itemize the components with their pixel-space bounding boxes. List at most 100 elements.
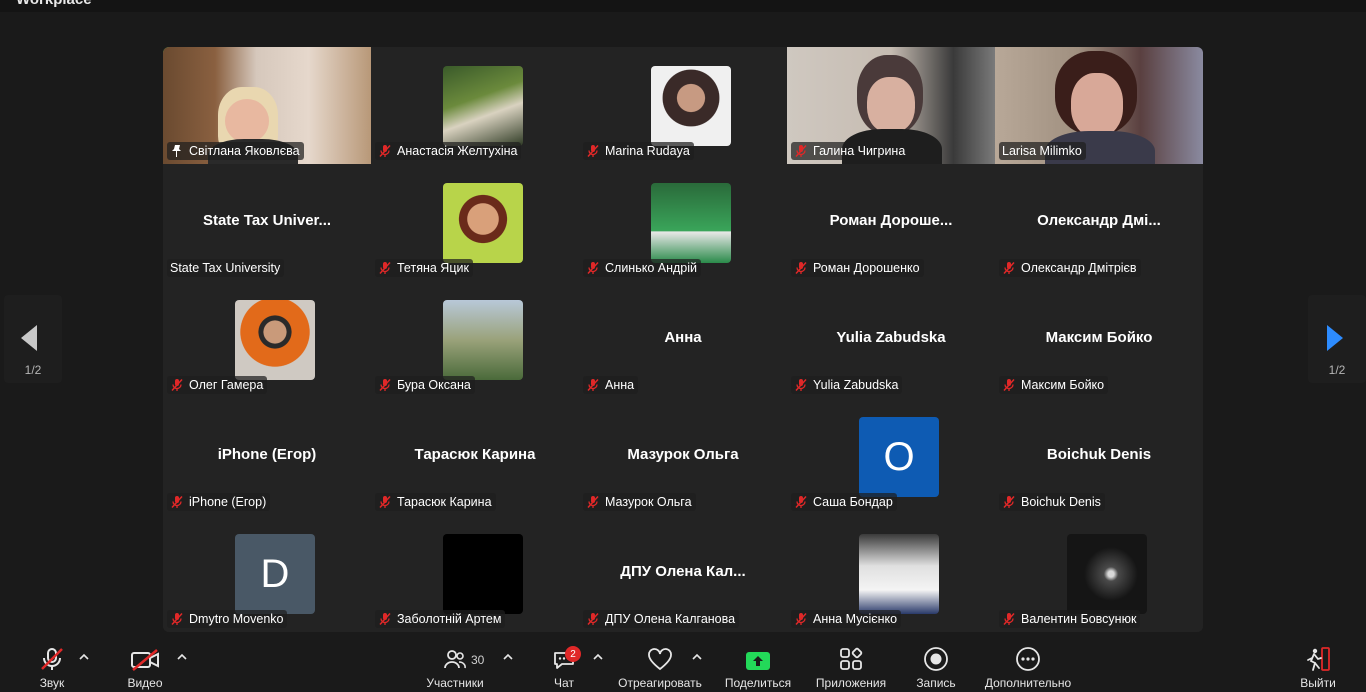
participant-tile[interactable]: Тарасюк Карина Тарасюк Карина <box>371 398 579 515</box>
participant-tile[interactable]: Larisa Milimko <box>995 47 1203 164</box>
participant-tile[interactable]: Анна Анна <box>579 281 787 398</box>
participant-tile[interactable]: Boichuk Denis Boichuk Denis <box>995 398 1203 515</box>
audio-options-caret-icon[interactable] <box>79 652 89 662</box>
participant-name-label: Анастасія Желтухіна <box>375 142 522 160</box>
muted-mic-icon <box>794 144 808 158</box>
muted-mic-icon <box>586 612 600 626</box>
participant-name-label: ДПУ Олена Калганова <box>583 610 740 628</box>
participants-options-caret-icon[interactable] <box>503 652 513 662</box>
participant-name: Boichuk Denis <box>1021 495 1101 509</box>
record-label: Запись <box>916 676 956 690</box>
participant-tile[interactable]: ДПУ Олена Кал... ДПУ Олена Калганова <box>579 515 787 632</box>
participant-tile[interactable]: State Tax Univer... State Tax University <box>163 164 371 281</box>
participants-button[interactable]: 30 Участники <box>425 638 485 692</box>
participant-display-name: Максим Бойко <box>1045 329 1153 346</box>
muted-mic-icon <box>586 261 600 275</box>
muted-mic-icon <box>586 378 600 392</box>
apps-icon <box>840 647 863 670</box>
participant-name: Максим Бойко <box>1021 378 1105 392</box>
participant-name-label: Анна <box>583 376 639 394</box>
participant-name: Анна <box>605 378 635 392</box>
muted-mic-icon <box>794 495 808 509</box>
participant-avatar <box>443 300 523 380</box>
react-button[interactable]: Отреагировать <box>616 638 704 692</box>
participant-tile[interactable]: Мазурок Ольга Мазурок Ольга <box>579 398 787 515</box>
participant-name-label: Larisa Milimko <box>999 142 1086 160</box>
leave-button[interactable]: Выйти <box>1298 638 1338 692</box>
participant-tile[interactable]: Олександр Дмі... Олександр Дмітрієв <box>995 164 1203 281</box>
participant-name-label: Максим Бойко <box>999 376 1109 394</box>
participant-tile[interactable]: Максим Бойко Максим Бойко <box>995 281 1203 398</box>
participant-display-name: State Tax Univer... <box>202 212 332 229</box>
participant-name-label: State Tax University <box>167 259 285 277</box>
gallery-stage: 1/2 1/2 Світлана Яковлєва Анастасія Желту… <box>0 12 1366 638</box>
react-options-caret-icon[interactable] <box>692 652 702 662</box>
participant-tile[interactable]: O Саша Бондар <box>787 398 995 515</box>
participant-name: Dmytro Movenko <box>189 612 284 626</box>
window-title: Workplace <box>16 0 92 8</box>
participant-tile[interactable]: Marina Rudaya <box>579 47 787 164</box>
prev-page-button[interactable]: 1/2 <box>4 295 62 383</box>
participant-avatar <box>443 534 523 614</box>
participant-avatar <box>443 183 523 263</box>
audio-button[interactable]: Звук <box>32 638 72 692</box>
participant-tile[interactable]: Анастасія Желтухіна <box>371 47 579 164</box>
participant-display-name: iPhone (Егор) <box>217 446 317 463</box>
participant-tile[interactable]: Тетяна Яцик <box>371 164 579 281</box>
chat-button[interactable]: 2 Чат <box>549 638 581 692</box>
apps-label: Приложения <box>815 676 887 690</box>
participant-avatar <box>651 183 731 263</box>
muted-mic-icon <box>170 378 184 392</box>
chevron-left-icon <box>21 325 37 351</box>
heart-icon <box>648 648 672 671</box>
participant-name: Larisa Milimko <box>1002 144 1082 158</box>
participant-name: Саша Бондар <box>813 495 893 509</box>
participant-tile[interactable]: Анна Мусієнко <box>787 515 995 632</box>
participant-display-name: Роман Дороше... <box>829 212 953 229</box>
apps-button[interactable]: Приложения <box>812 638 890 692</box>
muted-mic-icon <box>1002 495 1016 509</box>
participant-tile[interactable]: Світлана Яковлєва <box>163 47 371 164</box>
participant-name: State Tax University <box>170 261 281 275</box>
muted-mic-icon <box>170 495 184 509</box>
participant-tile[interactable]: Слинько Андрій <box>579 164 787 281</box>
participant-avatar <box>1067 534 1147 614</box>
leave-icon <box>1307 647 1330 671</box>
muted-mic-icon <box>1002 378 1016 392</box>
share-screen-icon <box>746 652 770 670</box>
muted-mic-icon <box>378 495 392 509</box>
muted-mic-icon <box>794 612 808 626</box>
pin-icon <box>170 144 184 158</box>
video-options-caret-icon[interactable] <box>177 652 187 662</box>
participant-tile[interactable]: Валентин Бовсунюк <box>995 515 1203 632</box>
participant-name: Анна Мусієнко <box>813 612 898 626</box>
audio-label: Звук <box>39 676 65 690</box>
participant-tile[interactable]: Бура Оксана <box>371 281 579 398</box>
participant-tile[interactable]: Олег Гамера <box>163 281 371 398</box>
video-off-icon <box>131 649 159 671</box>
next-page-button[interactable]: 1/2 <box>1308 295 1366 383</box>
meeting-window: Workplace 1/2 1/2 Світлана Яковлєва Анаст… <box>0 0 1366 692</box>
record-button[interactable]: Запись <box>912 638 960 692</box>
participant-display-name: Yulia Zabudska <box>836 329 946 346</box>
participant-tile[interactable]: Заболотній Артем <box>371 515 579 632</box>
react-label: Отреагировать <box>618 676 702 690</box>
participant-name: Олександр Дмітрієв <box>1021 261 1137 275</box>
participant-name-label: Валентин Бовсунюк <box>999 610 1141 628</box>
participant-tile[interactable]: Yulia Zabudska Yulia Zabudska <box>787 281 995 398</box>
participant-name: iPhone (Егор) <box>189 495 267 509</box>
participant-name: Олег Гамера <box>189 378 264 392</box>
participant-tile[interactable]: Роман Дороше... Роман Дорошенко <box>787 164 995 281</box>
participant-tile[interactable]: D Dmytro Movenko <box>163 515 371 632</box>
participant-name-label: Саша Бондар <box>791 493 897 511</box>
video-button[interactable]: Видео <box>125 638 165 692</box>
chat-options-caret-icon[interactable] <box>593 652 603 662</box>
participant-name-label: Олександр Дмітрієв <box>999 259 1141 277</box>
participant-tile[interactable]: iPhone (Егор) iPhone (Егор) <box>163 398 371 515</box>
participant-grid: Світлана Яковлєва Анастасія Желтухіна Mari… <box>163 47 1203 632</box>
share-button[interactable]: Поделиться <box>724 638 792 692</box>
participants-count: 30 <box>471 653 485 667</box>
muted-mic-icon <box>586 495 600 509</box>
more-button[interactable]: Дополнительно <box>982 638 1074 692</box>
participant-tile[interactable]: Галина Чигрина <box>787 47 995 164</box>
